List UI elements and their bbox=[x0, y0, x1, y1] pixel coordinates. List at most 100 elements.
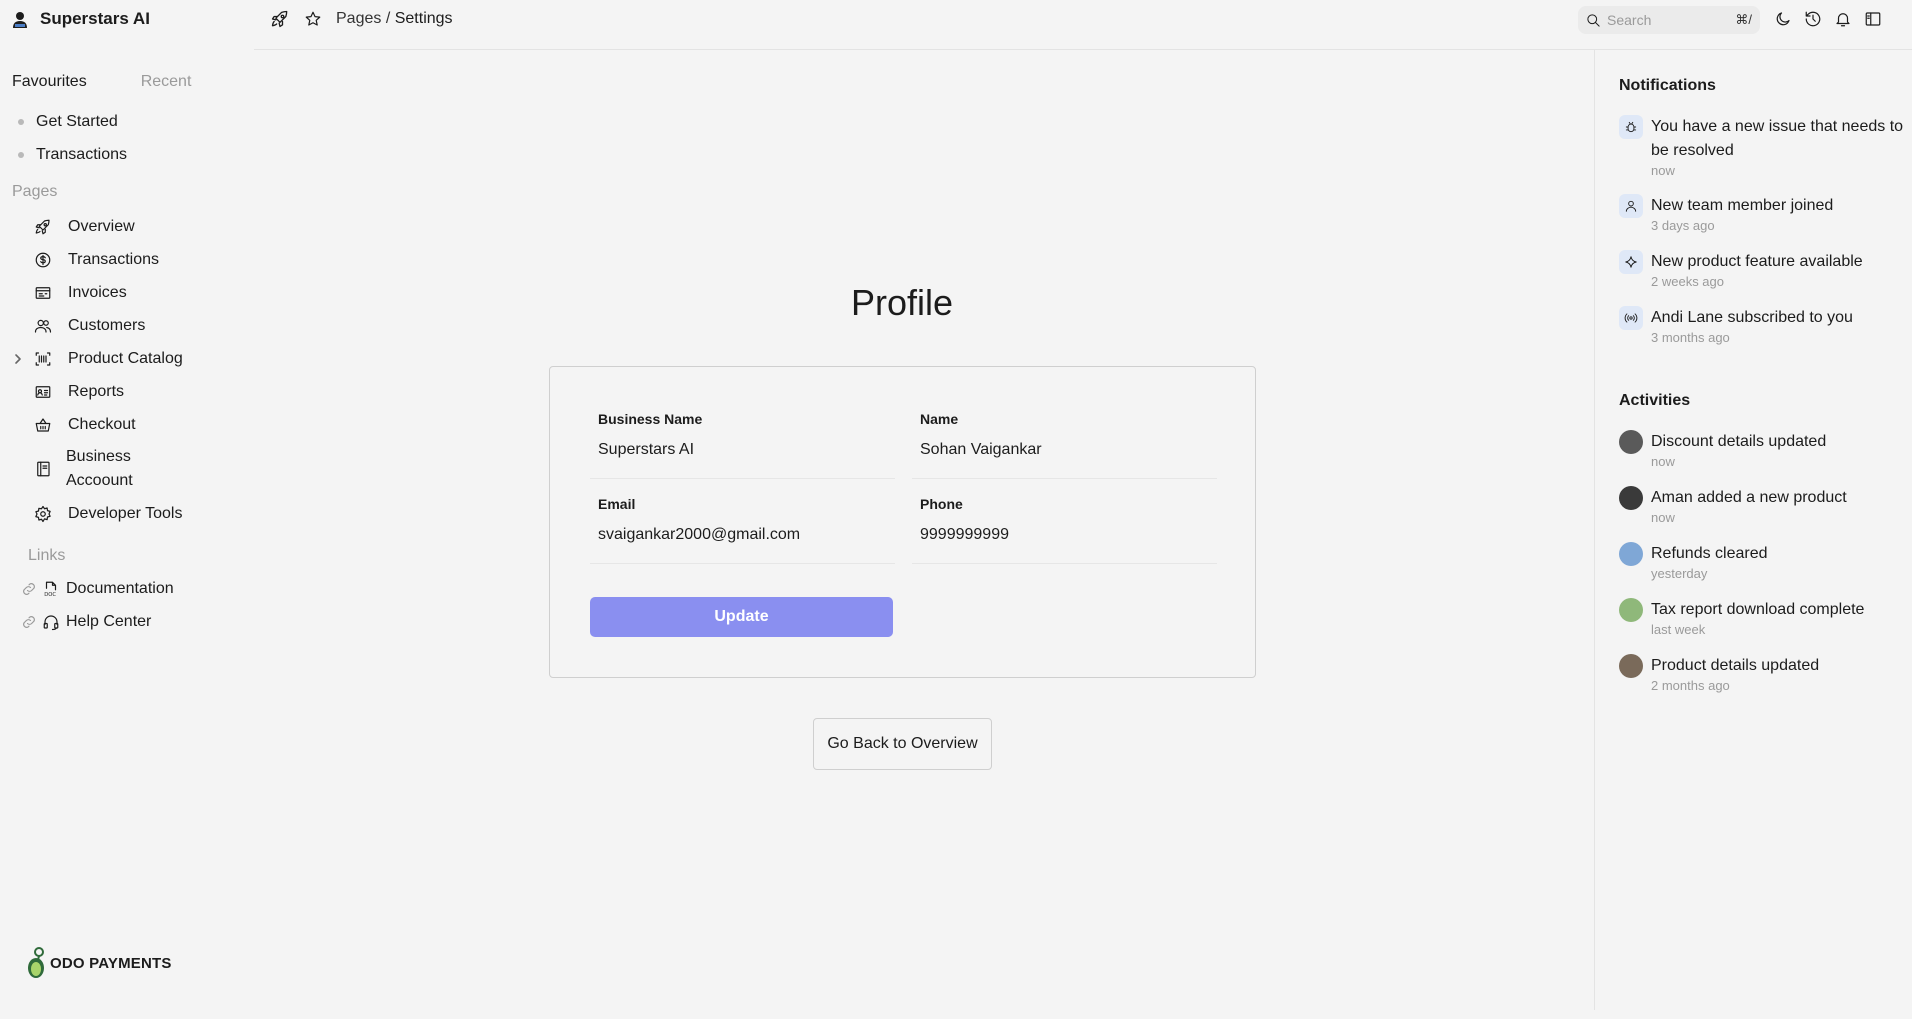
activity-item[interactable]: Aman added a new product now bbox=[1619, 486, 1909, 526]
dodo-logo-icon bbox=[28, 947, 44, 978]
avatar bbox=[1619, 430, 1643, 454]
notification-item[interactable]: You have a new issue that needs to be re… bbox=[1619, 115, 1909, 179]
sidebar-item-reports[interactable]: Reports bbox=[0, 375, 250, 408]
business-name-input[interactable]: Superstars AI bbox=[590, 441, 895, 479]
history-icon[interactable] bbox=[1804, 10, 1822, 28]
sidebar-item-label: Business Accoount bbox=[66, 448, 133, 489]
notification-text: You have a new issue that needs to be re… bbox=[1651, 118, 1904, 159]
sidebar-item-transactions[interactable]: Transactions bbox=[0, 243, 250, 276]
activity-time: last week bbox=[1651, 622, 1706, 637]
bell-icon[interactable] bbox=[1834, 10, 1852, 28]
notification-item[interactable]: Andi Lane subscribed to you 3 months ago bbox=[1619, 306, 1909, 346]
favourite-item-get-started[interactable]: Get Started bbox=[18, 105, 127, 138]
breadcrumb: Pages / Settings bbox=[270, 9, 453, 29]
tab-recent[interactable]: Recent bbox=[141, 73, 192, 91]
activity-time: now bbox=[1651, 510, 1675, 525]
sidebar-item-checkout[interactable]: Checkout bbox=[0, 408, 250, 441]
phone-field: Phone 9999999999 bbox=[912, 496, 1217, 564]
search-input[interactable]: Search ⌘/ bbox=[1578, 6, 1760, 34]
users-icon bbox=[34, 319, 52, 333]
phone-label: Phone bbox=[920, 496, 963, 512]
sidebar-item-customers[interactable]: Customers bbox=[0, 309, 250, 342]
report-icon bbox=[35, 385, 51, 398]
gear-icon bbox=[35, 505, 51, 522]
basket-icon bbox=[35, 417, 51, 432]
headset-icon bbox=[43, 614, 59, 630]
notification-badge bbox=[1619, 194, 1643, 218]
sidebar-toggle-icon[interactable] bbox=[1864, 10, 1882, 28]
bullet-icon bbox=[18, 151, 24, 158]
notification-item[interactable]: New team member joined 3 days ago bbox=[1619, 194, 1909, 234]
notification-badge bbox=[1619, 306, 1643, 330]
brand[interactable]: Superstars AI bbox=[10, 9, 150, 29]
activity-item[interactable]: Product details updated 2 months ago bbox=[1619, 654, 1909, 694]
activity-text: Discount details updated bbox=[1651, 433, 1827, 450]
chevron-right-icon[interactable] bbox=[10, 351, 26, 367]
notification-text: New product feature available bbox=[1651, 253, 1863, 270]
breadcrumb-separator: / bbox=[385, 10, 391, 27]
rocket-icon[interactable] bbox=[270, 9, 290, 29]
pages-list: Overview Transactions Invoices Customers… bbox=[0, 210, 250, 530]
activity-item[interactable]: Discount details updated now bbox=[1619, 430, 1909, 470]
sidebar-item-business-account[interactable]: Business Accoount bbox=[0, 441, 250, 497]
svg-text:DOC: DOC bbox=[44, 591, 56, 597]
activity-text: Tax report download complete bbox=[1651, 601, 1865, 618]
name-input[interactable]: Sohan Vaigankar bbox=[912, 441, 1217, 479]
activity-time: 2 months ago bbox=[1651, 678, 1730, 693]
favourite-item-transactions[interactable]: Transactions bbox=[18, 138, 127, 171]
links-section-label: Links bbox=[28, 547, 66, 564]
footer-logo: ODO PAYMENTS bbox=[26, 946, 172, 980]
link-icon bbox=[23, 582, 35, 595]
activity-item[interactable]: Refunds cleared yesterday bbox=[1619, 542, 1909, 582]
sparkle-icon bbox=[1625, 256, 1637, 268]
favourite-label: Transactions bbox=[36, 145, 127, 163]
notification-badge bbox=[1619, 115, 1643, 139]
notifications-title: Notifications bbox=[1619, 77, 1716, 94]
top-icons bbox=[1774, 10, 1882, 28]
notebook-icon bbox=[37, 461, 50, 477]
activity-item[interactable]: Tax report download complete last week bbox=[1619, 598, 1909, 638]
sidebar-item-overview[interactable]: Overview bbox=[0, 210, 250, 243]
moon-icon[interactable] bbox=[1774, 10, 1792, 28]
link-documentation[interactable]: DOC Documentation bbox=[20, 572, 174, 605]
activity-text: Refunds cleared bbox=[1651, 545, 1768, 562]
rocket-icon bbox=[35, 219, 50, 234]
activity-time: yesterday bbox=[1651, 566, 1708, 581]
link-label: Help Center bbox=[66, 612, 152, 630]
top-bar: Pages / Settings Search ⌘/ bbox=[254, 0, 1912, 50]
activities-title: Activities bbox=[1619, 392, 1691, 409]
sidebar-item-invoices[interactable]: Invoices bbox=[0, 276, 250, 309]
notification-time: 2 weeks ago bbox=[1651, 274, 1724, 289]
app-name: Superstars AI bbox=[40, 9, 150, 28]
sidebar-item-product-catalog[interactable]: Product Catalog bbox=[0, 342, 250, 375]
star-icon[interactable] bbox=[304, 10, 322, 28]
search-icon bbox=[1587, 13, 1600, 27]
breadcrumb-current: Settings bbox=[394, 10, 453, 27]
sidebar-item-label: Transactions bbox=[68, 250, 159, 268]
notification-item[interactable]: New product feature available 2 weeks ag… bbox=[1619, 250, 1909, 290]
invoice-icon bbox=[35, 286, 51, 299]
email-label: Email bbox=[598, 496, 636, 512]
sidebar-item-developer-tools[interactable]: Developer Tools bbox=[0, 497, 250, 530]
links-list: DOC Documentation Help Center bbox=[20, 572, 174, 638]
doc-icon: DOC bbox=[44, 581, 56, 597]
name-field: Name Sohan Vaigankar bbox=[912, 411, 1217, 479]
update-button[interactable]: Update bbox=[590, 597, 893, 637]
phone-input[interactable]: 9999999999 bbox=[912, 526, 1217, 564]
sidebar-item-label: Invoices bbox=[68, 283, 127, 301]
tab-favourites[interactable]: Favourites bbox=[12, 73, 87, 91]
notification-text: Andi Lane subscribed to you bbox=[1651, 309, 1853, 326]
link-help-center[interactable]: Help Center bbox=[20, 605, 174, 638]
notification-time: 3 months ago bbox=[1651, 330, 1730, 345]
search-placeholder: Search bbox=[1607, 12, 1652, 28]
bug-icon bbox=[1625, 121, 1637, 133]
bullet-icon bbox=[18, 118, 24, 125]
breadcrumb-parent[interactable]: Pages bbox=[336, 10, 381, 27]
avatar-icon bbox=[13, 12, 27, 28]
favourites-list: Get Started Transactions bbox=[18, 105, 127, 171]
go-back-button[interactable]: Go Back to Overview bbox=[813, 718, 992, 770]
notification-text: New team member joined bbox=[1651, 197, 1834, 214]
email-input[interactable]: svaigankar2000@gmail.com bbox=[590, 526, 895, 564]
right-panel: Notifications You have a new issue that … bbox=[1594, 50, 1912, 1010]
link-icon bbox=[23, 615, 35, 628]
